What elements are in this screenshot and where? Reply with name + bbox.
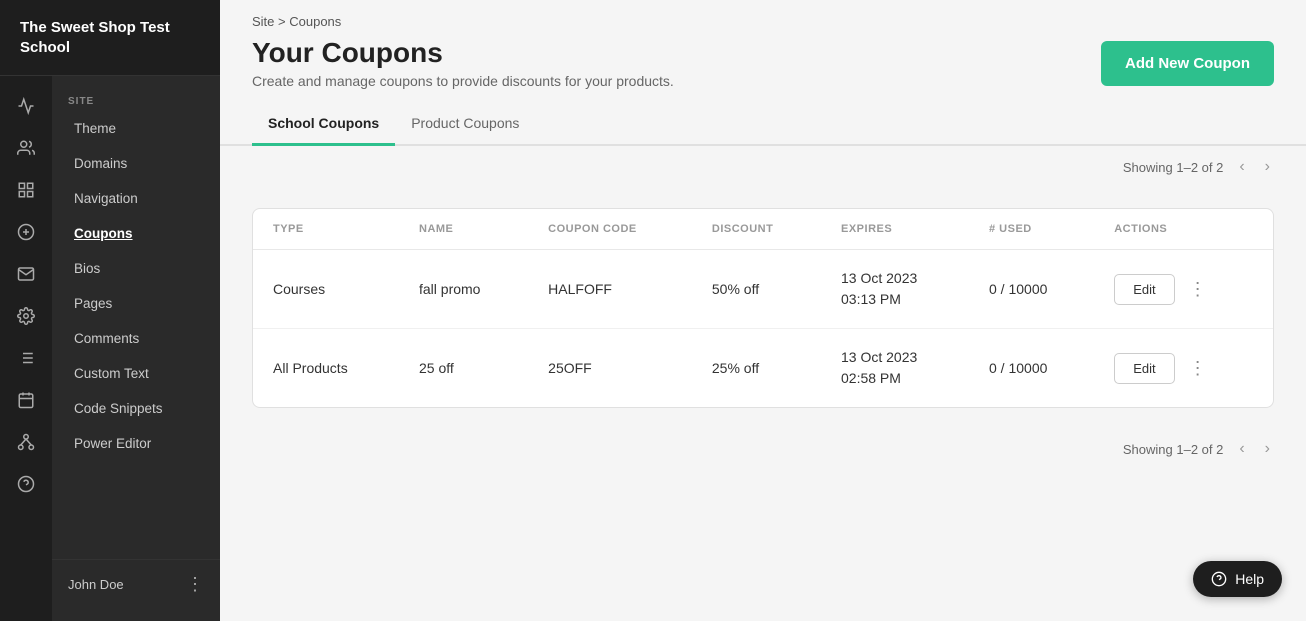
icon-users[interactable] xyxy=(6,128,46,168)
icon-calendar[interactable] xyxy=(6,380,46,420)
table-header-row: TYPE NAME COUPON CODE DISCOUNT EXPIRES #… xyxy=(253,209,1273,250)
icon-dashboard[interactable] xyxy=(6,170,46,210)
row1-expires: 13 Oct 2023 03:13 PM xyxy=(821,250,969,329)
sidebar-item-navigation[interactable]: Navigation xyxy=(58,182,214,215)
icon-analytics[interactable] xyxy=(6,86,46,126)
page-header: Your Coupons Create and manage coupons t… xyxy=(220,37,1306,105)
sidebar-item-bios[interactable]: Bios xyxy=(58,252,214,285)
icon-money[interactable] xyxy=(6,212,46,252)
row2-more-button[interactable]: ⋮ xyxy=(1181,354,1215,383)
row1-coupon-code: HALFOFF xyxy=(528,250,692,329)
sidebar-item-code-snippets[interactable]: Code Snippets xyxy=(58,392,214,425)
coupons-table-container: TYPE NAME COUPON CODE DISCOUNT EXPIRES #… xyxy=(252,208,1274,408)
pagination-prev[interactable]: ‹ xyxy=(1235,154,1248,180)
row1-used: 0 / 10000 xyxy=(969,250,1094,329)
row1-actions-cell: Edit ⋮ xyxy=(1114,274,1253,305)
top-bar: Site > Coupons xyxy=(220,0,1306,37)
row1-discount: 50% off xyxy=(692,250,821,329)
tab-school-coupons[interactable]: School Coupons xyxy=(252,105,395,146)
user-menu-button[interactable]: ⋮ xyxy=(186,574,204,595)
row1-edit-button[interactable]: Edit xyxy=(1114,274,1174,305)
icon-mail[interactable] xyxy=(6,254,46,294)
breadcrumb-site[interactable]: Site xyxy=(252,14,274,29)
help-button[interactable]: Help xyxy=(1193,561,1282,597)
row1-name: fall promo xyxy=(399,250,528,329)
sidebar: The Sweet Shop Test School xyxy=(0,0,220,621)
row2-used: 0 / 10000 xyxy=(969,329,1094,408)
col-actions: ACTIONS xyxy=(1094,209,1273,250)
icon-library[interactable] xyxy=(6,338,46,378)
row2-expires: 13 Oct 2023 02:58 PM xyxy=(821,329,969,408)
sidebar-item-pages[interactable]: Pages xyxy=(58,287,214,320)
sidebar-item-domains[interactable]: Domains xyxy=(58,147,214,180)
col-name: NAME xyxy=(399,209,528,250)
page-title-area: Your Coupons Create and manage coupons t… xyxy=(252,37,674,89)
page-title: Your Coupons xyxy=(252,37,674,69)
help-icon xyxy=(1211,571,1227,587)
sidebar-item-comments[interactable]: Comments xyxy=(58,322,214,355)
col-type: TYPE xyxy=(253,209,399,250)
col-used: # USED xyxy=(969,209,1094,250)
row2-coupon-code: 25OFF xyxy=(528,329,692,408)
breadcrumb: Site > Coupons xyxy=(252,14,1274,29)
sidebar-item-power-editor[interactable]: Power Editor xyxy=(58,427,214,460)
icon-network[interactable] xyxy=(6,422,46,462)
pagination-count-bottom: Showing 1–2 of 2 xyxy=(1123,442,1223,457)
help-label: Help xyxy=(1235,571,1264,587)
col-coupon-code: COUPON CODE xyxy=(528,209,692,250)
user-name: John Doe xyxy=(68,577,124,592)
icon-rail xyxy=(0,76,52,621)
row1-actions: Edit ⋮ xyxy=(1094,250,1273,329)
row2-actions: Edit ⋮ xyxy=(1094,329,1273,408)
row2-discount: 25% off xyxy=(692,329,821,408)
page-subtitle: Create and manage coupons to provide dis… xyxy=(252,73,674,89)
sidebar-item-coupons[interactable]: Coupons xyxy=(58,217,214,250)
pagination-bar-bottom: Showing 1–2 of 2 ‹ › xyxy=(220,428,1306,470)
row2-type: All Products xyxy=(253,329,399,408)
row2-edit-button[interactable]: Edit xyxy=(1114,353,1174,384)
sidebar-main: SITE Theme Domains Navigation Coupons Bi… xyxy=(0,76,220,621)
pagination-next[interactable]: › xyxy=(1261,154,1274,180)
breadcrumb-current: Coupons xyxy=(289,14,341,29)
add-coupon-button[interactable]: Add New Coupon xyxy=(1101,41,1274,86)
pagination-next-bottom[interactable]: › xyxy=(1261,436,1274,462)
sidebar-item-theme[interactable]: Theme xyxy=(58,112,214,145)
row1-more-button[interactable]: ⋮ xyxy=(1181,275,1215,304)
sidebar-footer: John Doe ⋮ xyxy=(52,559,220,609)
breadcrumb-separator: > xyxy=(278,14,286,29)
col-discount: DISCOUNT xyxy=(692,209,821,250)
icon-help-rail[interactable] xyxy=(6,464,46,504)
pagination-prev-bottom[interactable]: ‹ xyxy=(1235,436,1248,462)
table-row: Courses fall promo HALFOFF 50% off 13 Oc… xyxy=(253,250,1273,329)
sidebar-nav: SITE Theme Domains Navigation Coupons Bi… xyxy=(52,76,220,621)
tabs-area: School Coupons Product Coupons xyxy=(220,105,1306,146)
col-expires: EXPIRES xyxy=(821,209,969,250)
icon-settings[interactable] xyxy=(6,296,46,336)
main-content: Site > Coupons Your Coupons Create and m… xyxy=(220,0,1306,621)
row2-name: 25 off xyxy=(399,329,528,408)
coupons-table: TYPE NAME COUPON CODE DISCOUNT EXPIRES #… xyxy=(253,209,1273,407)
pagination-count: Showing 1–2 of 2 xyxy=(1123,160,1223,175)
sidebar-item-custom-text[interactable]: Custom Text xyxy=(58,357,214,390)
tab-product-coupons[interactable]: Product Coupons xyxy=(395,105,535,146)
pagination-bar-top: Showing 1–2 of 2 ‹ › xyxy=(220,146,1306,188)
table-row: All Products 25 off 25OFF 25% off 13 Oct… xyxy=(253,329,1273,408)
row2-actions-cell: Edit ⋮ xyxy=(1114,353,1253,384)
site-section-label: SITE xyxy=(52,88,220,111)
row1-type: Courses xyxy=(253,250,399,329)
sidebar-logo: The Sweet Shop Test School xyxy=(0,0,220,76)
